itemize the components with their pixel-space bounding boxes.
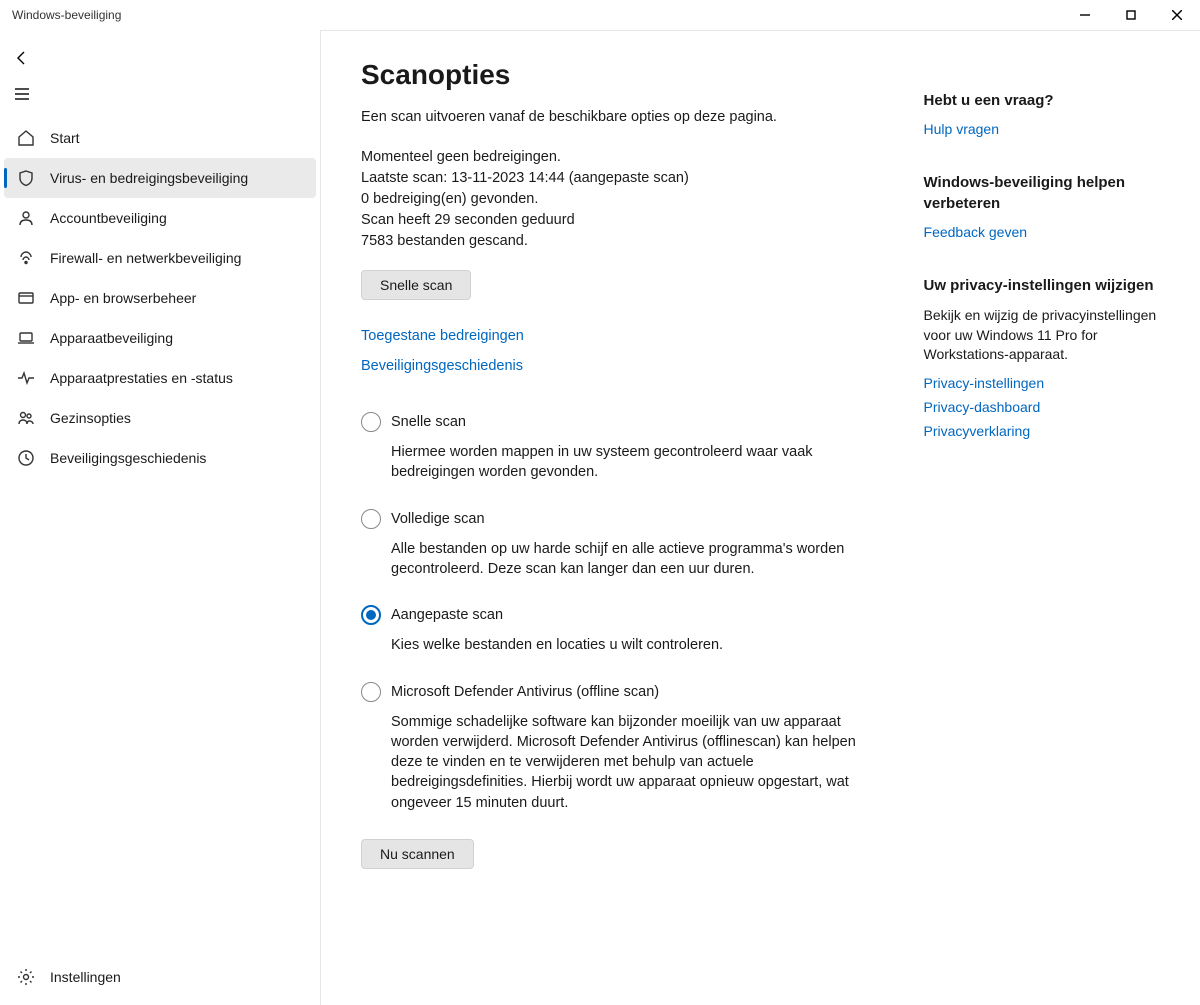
window-title: Windows-beveiliging bbox=[12, 8, 121, 22]
aside-section-improve: Windows-beveiliging helpen verbeteren Fe… bbox=[924, 173, 1160, 240]
arrow-left-icon bbox=[14, 50, 30, 66]
sidebar-item-label: Start bbox=[50, 130, 80, 146]
feedback-link[interactable]: Feedback geven bbox=[924, 224, 1160, 240]
radio-label: Snelle scan bbox=[391, 414, 466, 430]
privacy-settings-link[interactable]: Privacy-instellingen bbox=[924, 375, 1160, 391]
radio-label: Volledige scan bbox=[391, 511, 485, 527]
aside-section-question: Hebt u een vraag? Hulp vragen bbox=[924, 91, 1160, 137]
aside-section-privacy: Uw privacy-instellingen wijzigen Bekijk … bbox=[924, 276, 1160, 439]
allowed-threats-link[interactable]: Toegestane bedreigingen bbox=[361, 328, 864, 344]
status-line: 0 bedreiging(en) gevonden. bbox=[361, 189, 864, 210]
radio-option-custom[interactable]: Aangepaste scan Kies welke bestanden en … bbox=[361, 605, 864, 655]
wifi-icon bbox=[16, 248, 36, 268]
scan-options-group: Snelle scan Hiermee worden mappen in uw … bbox=[361, 412, 864, 813]
sidebar-item-label: App- en browserbeheer bbox=[50, 290, 196, 306]
radio-desc: Kies welke bestanden en locaties u wilt … bbox=[391, 635, 864, 655]
person-icon bbox=[16, 208, 36, 228]
sidebar-item-history[interactable]: Beveiligingsgeschiedenis bbox=[4, 438, 316, 478]
main-content: Scanopties Een scan uitvoeren vanaf de b… bbox=[320, 30, 1200, 1005]
sidebar-item-label: Virus- en bedreigingsbeveiliging bbox=[50, 170, 248, 186]
status-line: Scan heeft 29 seconden geduurd bbox=[361, 210, 864, 231]
radio-icon-selected bbox=[361, 605, 381, 625]
history-icon bbox=[16, 448, 36, 468]
sidebar-item-app-browser[interactable]: App- en browserbeheer bbox=[4, 278, 316, 318]
sidebar-item-firewall[interactable]: Firewall- en netwerkbeveiliging bbox=[4, 238, 316, 278]
people-icon bbox=[16, 408, 36, 428]
sidebar-item-label: Apparaatprestaties en -status bbox=[50, 370, 233, 386]
app-icon bbox=[16, 288, 36, 308]
maximize-button[interactable] bbox=[1108, 0, 1154, 30]
help-link[interactable]: Hulp vragen bbox=[924, 121, 1160, 137]
minimize-button[interactable] bbox=[1062, 0, 1108, 30]
window-controls bbox=[1062, 0, 1200, 30]
sidebar-item-label: Accountbeveiliging bbox=[50, 210, 167, 226]
hamburger-button[interactable] bbox=[2, 76, 42, 112]
back-button[interactable] bbox=[2, 40, 42, 76]
gear-icon bbox=[16, 967, 36, 987]
aside-heading: Uw privacy-instellingen wijzigen bbox=[924, 276, 1160, 296]
radio-desc: Hiermee worden mappen in uw systeem geco… bbox=[391, 442, 864, 483]
sidebar-item-family[interactable]: Gezinsopties bbox=[4, 398, 316, 438]
sidebar-item-label: Firewall- en netwerkbeveiliging bbox=[50, 250, 241, 266]
aside-text: Bekijk en wijzig de privacyinstellingen … bbox=[924, 306, 1160, 365]
radio-option-quick[interactable]: Snelle scan Hiermee worden mappen in uw … bbox=[361, 412, 864, 483]
close-icon bbox=[1172, 10, 1182, 20]
sidebar-item-label: Beveiligingsgeschiedenis bbox=[50, 450, 206, 466]
maximize-icon bbox=[1126, 10, 1136, 20]
home-icon bbox=[16, 128, 36, 148]
nav-list: Start Virus- en bedreigingsbeveiliging A… bbox=[0, 118, 320, 957]
radio-icon bbox=[361, 412, 381, 432]
sidebar-item-label: Gezinsopties bbox=[50, 410, 131, 426]
sidebar-item-virus[interactable]: Virus- en bedreigingsbeveiliging bbox=[4, 158, 316, 198]
security-history-link[interactable]: Beveiligingsgeschiedenis bbox=[361, 358, 864, 374]
scan-now-button[interactable]: Nu scannen bbox=[361, 839, 474, 869]
minimize-icon bbox=[1080, 10, 1090, 20]
radio-icon bbox=[361, 509, 381, 529]
aside-heading: Hebt u een vraag? bbox=[924, 91, 1160, 111]
sidebar-item-settings[interactable]: Instellingen bbox=[4, 957, 316, 997]
status-line: 7583 bestanden gescand. bbox=[361, 231, 864, 252]
sidebar-item-account[interactable]: Accountbeveiliging bbox=[4, 198, 316, 238]
radio-icon bbox=[361, 682, 381, 702]
radio-option-full[interactable]: Volledige scan Alle bestanden op uw hard… bbox=[361, 509, 864, 580]
radio-desc: Sommige schadelijke software kan bijzond… bbox=[391, 712, 864, 813]
sidebar-item-start[interactable]: Start bbox=[4, 118, 316, 158]
page-subtitle: Een scan uitvoeren vanaf de beschikbare … bbox=[361, 109, 864, 125]
titlebar: Windows-beveiliging bbox=[0, 0, 1200, 30]
laptop-icon bbox=[16, 328, 36, 348]
radio-desc: Alle bestanden op uw harde schijf en all… bbox=[391, 539, 864, 580]
sidebar-item-label: Apparaatbeveiliging bbox=[50, 330, 173, 346]
sidebar-item-device-security[interactable]: Apparaatbeveiliging bbox=[4, 318, 316, 358]
aside-panel: Hebt u een vraag? Hulp vragen Windows-be… bbox=[924, 59, 1160, 965]
radio-option-offline[interactable]: Microsoft Defender Antivirus (offline sc… bbox=[361, 682, 864, 813]
sidebar: Start Virus- en bedreigingsbeveiliging A… bbox=[0, 30, 320, 1005]
sidebar-item-label: Instellingen bbox=[50, 969, 121, 985]
aside-heading: Windows-beveiliging helpen verbeteren bbox=[924, 173, 1160, 214]
status-block: Momenteel geen bedreigingen. Laatste sca… bbox=[361, 147, 864, 252]
quick-scan-button[interactable]: Snelle scan bbox=[361, 270, 471, 300]
privacy-statement-link[interactable]: Privacyverklaring bbox=[924, 423, 1160, 439]
shield-icon bbox=[16, 168, 36, 188]
page-title: Scanopties bbox=[361, 59, 864, 91]
heartbeat-icon bbox=[16, 368, 36, 388]
radio-label: Aangepaste scan bbox=[391, 607, 503, 623]
privacy-dashboard-link[interactable]: Privacy-dashboard bbox=[924, 399, 1160, 415]
status-line: Momenteel geen bedreigingen. bbox=[361, 147, 864, 168]
close-button[interactable] bbox=[1154, 0, 1200, 30]
sidebar-item-performance[interactable]: Apparaatprestaties en -status bbox=[4, 358, 316, 398]
radio-label: Microsoft Defender Antivirus (offline sc… bbox=[391, 684, 659, 700]
status-line: Laatste scan: 13-11-2023 14:44 (aangepas… bbox=[361, 168, 864, 189]
hamburger-icon bbox=[14, 86, 30, 102]
